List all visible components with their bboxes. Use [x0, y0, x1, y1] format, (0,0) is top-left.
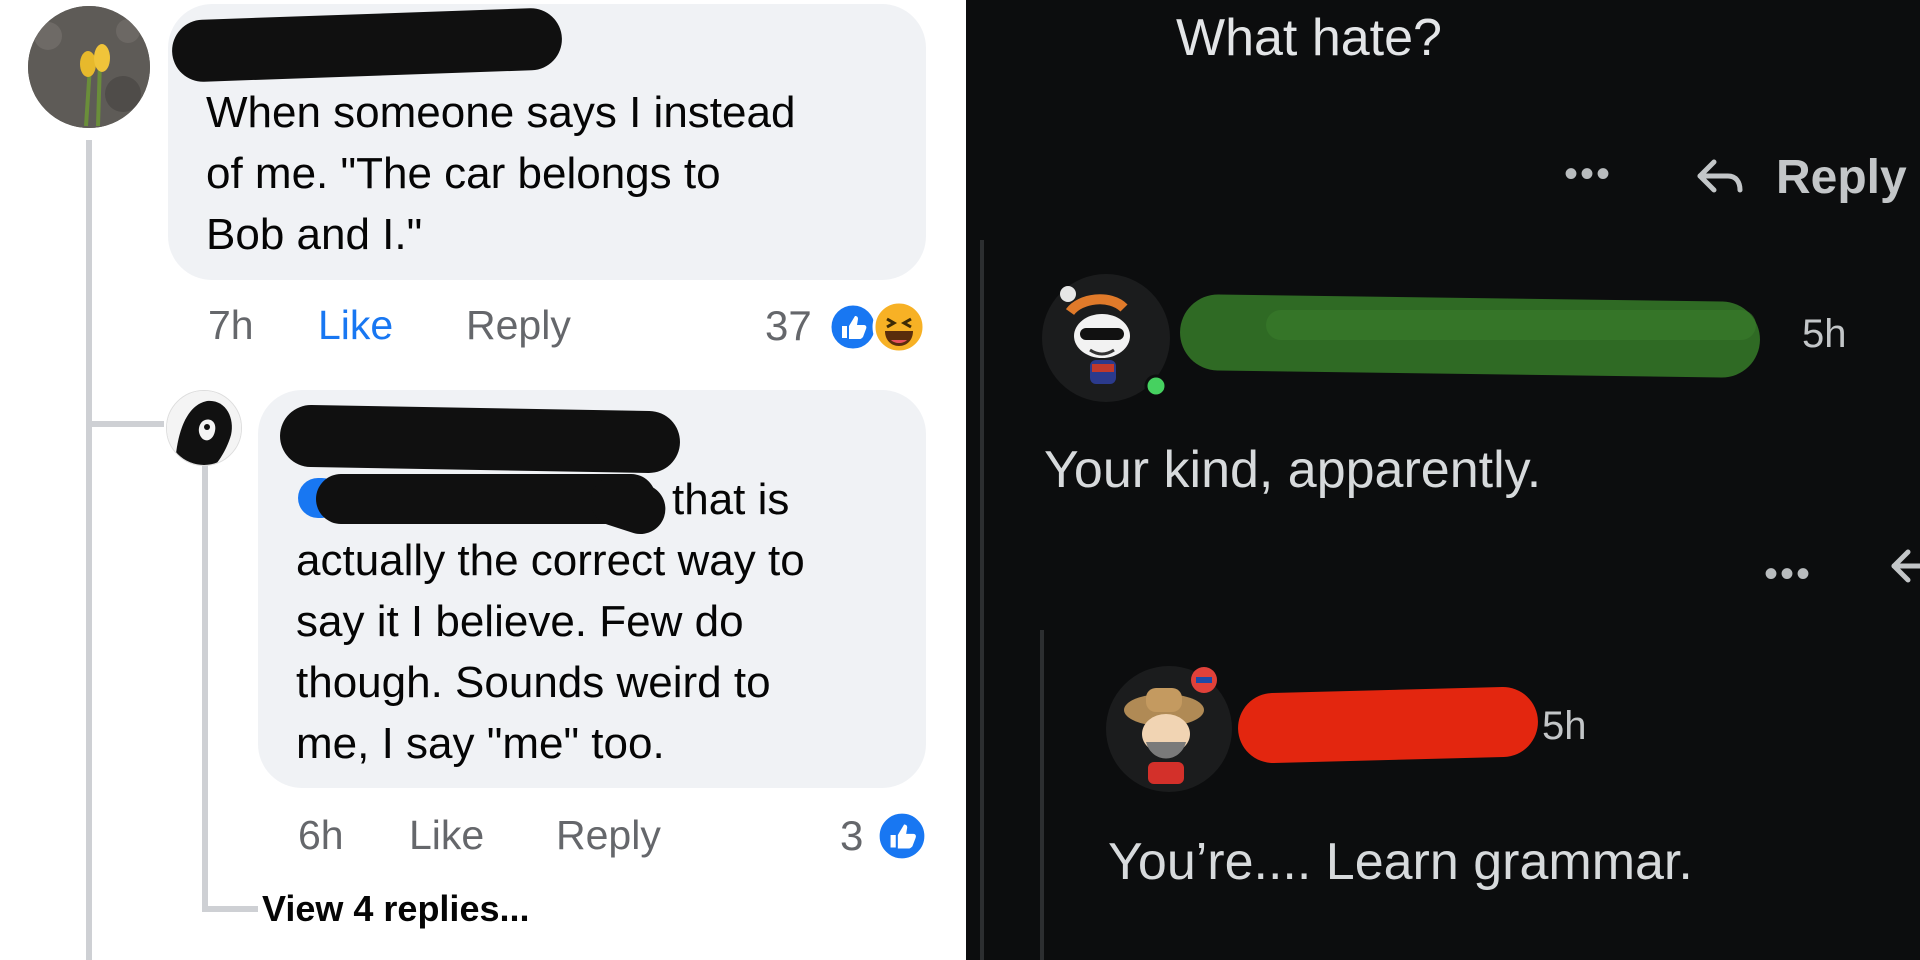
- comment-text: You’re.... Learn grammar.: [1108, 833, 1693, 891]
- dog-photo-icon: [167, 391, 241, 465]
- facebook-comments-panel: When someone says I instead of me. "The …: [0, 0, 962, 960]
- reply-arrow-icon[interactable]: [1882, 540, 1920, 594]
- haha-reaction-icon: [872, 300, 926, 354]
- comment-timestamp: 5h: [1802, 312, 1847, 356]
- reply-first-line: that is: [672, 475, 790, 524]
- reaction-count[interactable]: 37: [765, 302, 812, 350]
- reaction-count[interactable]: 3: [840, 812, 863, 860]
- comment-text: When someone says I instead of me. "The …: [206, 88, 796, 259]
- view-replies-link[interactable]: View 4 replies...: [262, 888, 530, 930]
- like-reaction-icon: [876, 810, 928, 862]
- like-button[interactable]: Like: [318, 302, 393, 349]
- user-avatar[interactable]: [166, 390, 242, 466]
- reply-text: actually the correct way to say it I bel…: [296, 536, 805, 768]
- comment-timestamp[interactable]: 7h: [208, 302, 254, 349]
- more-options-button[interactable]: •••: [1764, 552, 1812, 597]
- reply-branch-line: [208, 906, 258, 912]
- reply-timestamp[interactable]: 6h: [298, 812, 344, 859]
- reddit-thread-panel: What hate? ••• Reply 5h Your kind, appar…: [966, 0, 1920, 960]
- like-button[interactable]: Like: [409, 812, 484, 859]
- redacted-username: [1266, 310, 1756, 340]
- user-avatar[interactable]: [28, 6, 150, 128]
- reply-button[interactable]: Reply: [1776, 150, 1907, 205]
- snoo-avatar-icon[interactable]: [1104, 664, 1234, 794]
- snoo-avatar-icon[interactable]: [1040, 272, 1172, 404]
- redacted-username: [1237, 686, 1539, 764]
- reply-arrow-icon[interactable]: [1692, 150, 1746, 204]
- thread-line: [86, 140, 92, 960]
- like-reaction-icon: [828, 302, 878, 352]
- thread-guide-line: [1040, 630, 1044, 960]
- parent-comment-text: What hate?: [1176, 9, 1442, 67]
- redacted-name: [279, 404, 681, 474]
- reply-thread-line: [202, 462, 208, 912]
- comment-text: Your kind, apparently.: [1044, 441, 1542, 499]
- thread-guide-line: [980, 240, 984, 960]
- thread-branch-line: [92, 421, 164, 427]
- reply-button[interactable]: Reply: [556, 812, 661, 859]
- reply-button[interactable]: Reply: [466, 302, 571, 349]
- tulip-photo-icon: [28, 6, 150, 128]
- more-options-button[interactable]: •••: [1564, 152, 1612, 197]
- comment-timestamp: 5h: [1542, 704, 1587, 748]
